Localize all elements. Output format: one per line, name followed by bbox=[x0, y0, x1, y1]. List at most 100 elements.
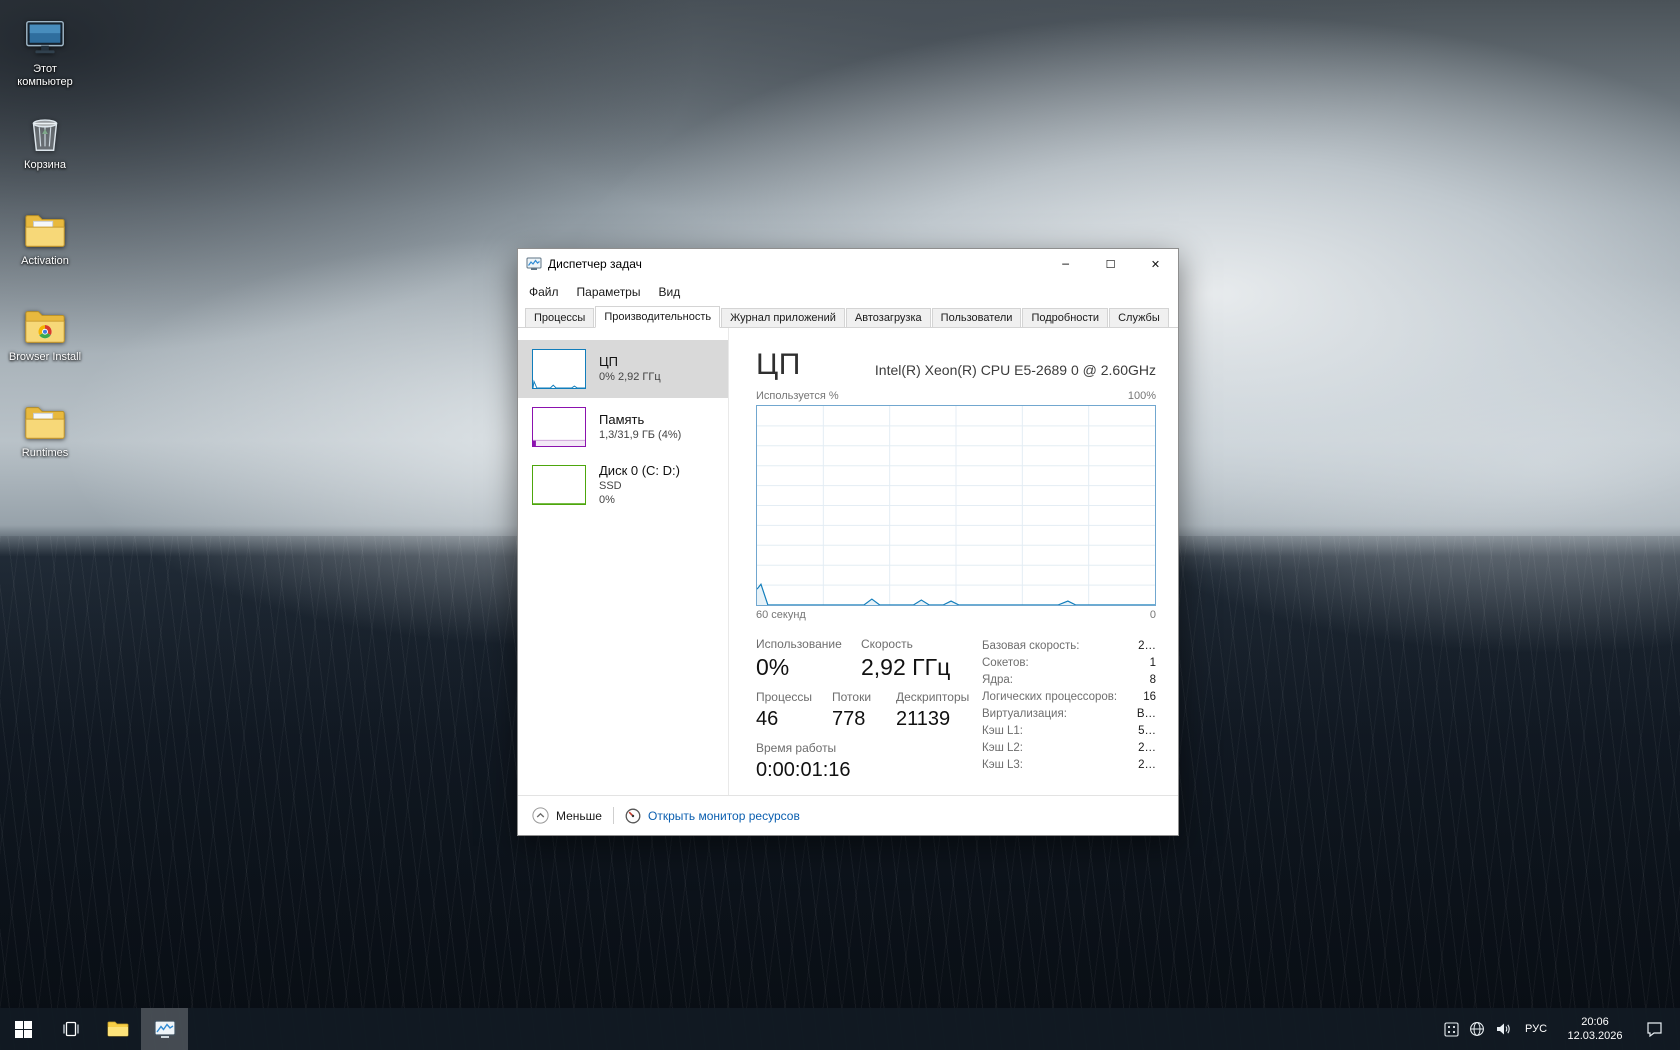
speaker-icon bbox=[1497, 1023, 1510, 1035]
chevron-up-circle-icon bbox=[532, 807, 549, 824]
stat-utilization-value: 0% bbox=[756, 654, 790, 680]
recycle-bin-icon bbox=[32, 119, 58, 151]
taskbar: РУС 20:06 12.03.2026 bbox=[0, 1008, 1680, 1050]
taskbar-clock[interactable]: 20:06 12.03.2026 bbox=[1556, 1015, 1634, 1043]
language-indicator[interactable]: РУС bbox=[1516, 1008, 1556, 1050]
cpu-panel-title: ЦП bbox=[756, 348, 801, 381]
clock-time: 20:06 bbox=[1581, 1016, 1609, 1028]
cpu-panel: ЦП Intel(R) Xeon(R) CPU E5-2689 0 @ 2.60… bbox=[729, 328, 1178, 795]
footer-divider bbox=[612, 807, 614, 824]
info-virtualization-label: Виртуализация: bbox=[982, 708, 1067, 720]
desktop-icon-recycle-bin[interactable]: Корзина bbox=[2, 106, 88, 202]
info-l3-cache-label: Кэш L3: bbox=[982, 759, 1023, 771]
system-tray: РУС 20:06 12.03.2026 bbox=[1438, 1008, 1680, 1050]
folder-icon bbox=[25, 215, 65, 247]
desktop-icon-activation[interactable]: Activation bbox=[2, 202, 88, 298]
menu-view[interactable]: Вид bbox=[649, 281, 689, 303]
tab-strip: Процессы Производительность Журнал прило… bbox=[518, 305, 1178, 328]
globe-icon bbox=[1470, 1022, 1484, 1036]
desktop-icon-label: Browser Install bbox=[8, 351, 82, 363]
cpu-stats: Использование 0% Скорость 2,92 ГГц Проце… bbox=[756, 636, 982, 795]
close-button[interactable]: ✕ bbox=[1133, 249, 1178, 279]
info-base-speed-label: Базовая скорость: bbox=[982, 640, 1080, 652]
memory-mini-graph bbox=[532, 407, 586, 447]
info-l1-cache-label: Кэш L1: bbox=[982, 725, 1023, 737]
tab-processes[interactable]: Процессы bbox=[525, 308, 595, 327]
task-view-button[interactable] bbox=[47, 1008, 94, 1050]
tab-users[interactable]: Пользователи bbox=[931, 308, 1022, 327]
cpu-mini-graph bbox=[532, 349, 586, 389]
cpu-usage-graph bbox=[756, 405, 1156, 606]
menu-file[interactable]: Файл bbox=[520, 281, 568, 303]
performance-sidebar: ЦП 0% 2,92 ГГц Память 1,3/31,9 ГБ (4%) Д… bbox=[518, 328, 729, 795]
sidebar-item-cpu[interactable]: ЦП 0% 2,92 ГГц bbox=[518, 340, 728, 398]
stat-speed-value: 2,92 ГГц bbox=[861, 654, 951, 680]
graph-label-60s: 60 секунд bbox=[756, 609, 806, 621]
info-logical-processors-label: Логических процессоров: bbox=[982, 691, 1118, 703]
network-globe-icon[interactable] bbox=[1464, 1008, 1490, 1050]
stat-handles-value: 21139 bbox=[896, 708, 951, 730]
graph-label-0: 0 bbox=[1149, 609, 1156, 621]
file-explorer-icon bbox=[107, 1021, 128, 1037]
desktop-icon-label: Activation bbox=[21, 255, 69, 267]
desktop-icon-column: Этот компьютер Корзина Activation Browse… bbox=[2, 10, 88, 490]
tab-startup[interactable]: Автозагрузка bbox=[845, 308, 931, 327]
minimize-button[interactable]: ─ bbox=[1043, 249, 1088, 279]
info-virtualization-value: В… bbox=[1136, 708, 1156, 720]
sidebar-item-disk0[interactable]: Диск 0 (C: D:) SSD 0% bbox=[518, 456, 728, 514]
sidebar-disk-title: Диск 0 (C: D:) bbox=[599, 463, 680, 478]
desktop-icon-label: Этот компьютер bbox=[17, 63, 73, 88]
info-l2-cache-value: 2… bbox=[1138, 742, 1156, 754]
tab-app-history[interactable]: Журнал приложений bbox=[721, 308, 845, 327]
sidebar-item-memory[interactable]: Память 1,3/31,9 ГБ (4%) bbox=[518, 398, 728, 456]
stat-uptime-value: 0:00:01:16 bbox=[756, 759, 851, 781]
title-bar[interactable]: Диспетчер задач ─ ☐ ✕ bbox=[518, 249, 1178, 279]
desktop-icon-runtimes[interactable]: Runtimes bbox=[2, 394, 88, 490]
desktop-icon-this-pc[interactable]: Этот компьютер bbox=[2, 10, 88, 106]
desktop-icon-label: Корзина bbox=[24, 159, 66, 171]
task-view-icon bbox=[62, 1021, 79, 1037]
stat-handles-label: Дескрипторы bbox=[896, 690, 970, 704]
disk-mini-graph bbox=[532, 465, 586, 505]
stat-speed-label: Скорость bbox=[861, 637, 913, 651]
tab-details[interactable]: Подробности bbox=[1022, 308, 1109, 327]
window-controls: ─ ☐ ✕ bbox=[1043, 249, 1178, 279]
task-manager-taskbar-button[interactable] bbox=[141, 1008, 188, 1050]
graph-label-100: 100% bbox=[1127, 390, 1156, 402]
file-explorer-button[interactable] bbox=[94, 1008, 141, 1050]
menu-options[interactable]: Параметры bbox=[568, 281, 650, 303]
window-footer: Меньше Открыть монитор ресурсов bbox=[518, 795, 1178, 835]
stat-utilization-label: Использование bbox=[756, 637, 842, 651]
stat-uptime-label: Время работы bbox=[756, 741, 837, 755]
info-logical-processors-value: 16 bbox=[1143, 691, 1156, 703]
info-base-speed-value: 2… bbox=[1138, 640, 1156, 652]
volume-icon[interactable] bbox=[1490, 1008, 1516, 1050]
stat-threads-label: Потоки bbox=[832, 690, 872, 704]
info-l1-cache-value: 5… bbox=[1138, 725, 1156, 737]
start-button[interactable] bbox=[0, 1008, 47, 1050]
tray-app-icon[interactable] bbox=[1438, 1008, 1464, 1050]
fewer-details-button[interactable]: Меньше bbox=[532, 807, 602, 824]
desktop-icon-label: Runtimes bbox=[21, 447, 69, 459]
action-center-button[interactable] bbox=[1634, 1021, 1674, 1037]
performance-body: ЦП 0% 2,92 ГГц Память 1,3/31,9 ГБ (4%) Д… bbox=[518, 328, 1178, 795]
open-resource-monitor-link[interactable]: Открыть монитор ресурсов bbox=[625, 808, 800, 824]
desktop-icon-browser-install[interactable]: Browser Install bbox=[2, 298, 88, 394]
sidebar-disk-subtitle: SSD bbox=[599, 480, 622, 492]
windows-logo-icon bbox=[15, 1020, 32, 1038]
action-center-icon bbox=[1646, 1022, 1662, 1037]
sidebar-cpu-title: ЦП bbox=[599, 354, 618, 369]
task-manager-window: Диспетчер задач ─ ☐ ✕ Файл Параметры Вид… bbox=[517, 248, 1179, 836]
graph-label-utilization: Используется % bbox=[756, 390, 839, 402]
grid-app-icon bbox=[1443, 1021, 1459, 1037]
task-manager-icon bbox=[153, 1019, 176, 1038]
tab-services[interactable]: Службы bbox=[1109, 308, 1169, 327]
tab-performance[interactable]: Производительность bbox=[595, 306, 721, 328]
cpu-info-column: Базовая скорость: 2… Сокетов: 1 Ядра: 8 Лог… bbox=[982, 636, 1156, 795]
cpu-model-name: Intel(R) Xeon(R) CPU E5-2689 0 @ 2.60GHz bbox=[874, 362, 1156, 378]
menu-bar: Файл Параметры Вид bbox=[518, 279, 1178, 305]
info-cores-label: Ядра: bbox=[982, 674, 1014, 686]
maximize-button[interactable]: ☐ bbox=[1088, 249, 1133, 279]
info-l2-cache-label: Кэш L2: bbox=[982, 742, 1023, 754]
stat-threads-value: 778 bbox=[832, 708, 866, 730]
